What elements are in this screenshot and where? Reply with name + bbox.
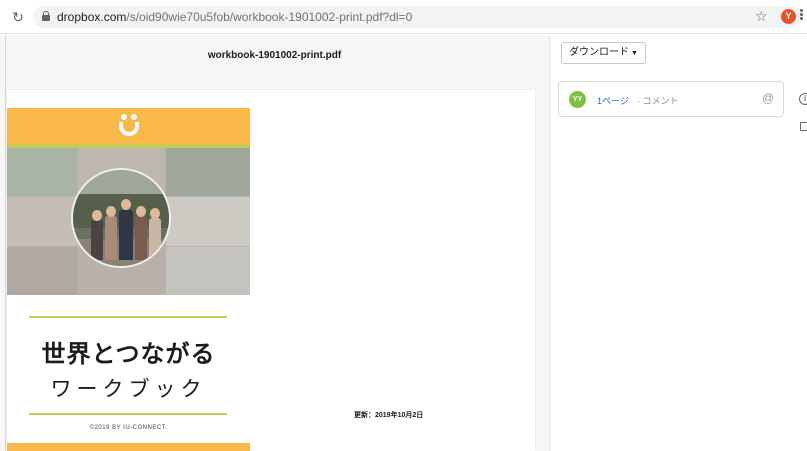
comment-input[interactable]: YY 1ページ · コメント @ bbox=[558, 81, 784, 117]
reload-icon[interactable]: ↻ bbox=[10, 9, 26, 25]
copyright-text: ©2019 BY IU-CONNECT. bbox=[89, 425, 168, 431]
cover-bottom-band bbox=[7, 443, 250, 451]
download-label: ダウンロード bbox=[569, 47, 630, 58]
user-avatar: YY bbox=[569, 91, 586, 108]
address-bar[interactable]: dropbox.com/s/oid90wie70u5fob/workbook-1… bbox=[33, 6, 803, 28]
browser-toolbar: ↻ dropbox.com/s/oid90wie70u5fob/workbook… bbox=[0, 0, 807, 34]
comment-icon[interactable] bbox=[800, 122, 807, 131]
page-reference-link[interactable]: 1ページ bbox=[597, 94, 629, 107]
mention-icon[interactable]: @ bbox=[762, 91, 774, 105]
download-button[interactable]: ダウンロード ▼ bbox=[561, 42, 646, 64]
iu-connect-logo-icon bbox=[114, 114, 144, 140]
url-host: dropbox.com bbox=[57, 10, 127, 24]
updated-date: 更新：2019年10月2日 bbox=[354, 412, 424, 419]
pdf-page: 世界とつながる ワークブック ©2019 BY IU-CONNECT. 更新：2… bbox=[7, 90, 535, 451]
group-photo bbox=[71, 168, 171, 268]
cover-top-band bbox=[7, 108, 250, 145]
pdf-preview-pane: workbook-1901002-print.pdf 世界とつながる ワークブッ… bbox=[0, 35, 549, 451]
pane-edge bbox=[5, 35, 6, 451]
profile-avatar[interactable]: Y bbox=[781, 9, 796, 24]
cover-subtitle: ワークブック bbox=[50, 378, 207, 401]
cover-title: 世界とつながる bbox=[41, 341, 216, 368]
comments-sidebar: ダウンロード ▼ YY 1ページ · コメント @ i bbox=[549, 35, 807, 451]
bookmark-star-icon[interactable]: ☆ bbox=[755, 8, 768, 25]
comment-placeholder: · コメント bbox=[637, 96, 679, 106]
title-rule-bottom bbox=[29, 413, 227, 415]
more-menu-icon[interactable] bbox=[800, 8, 804, 24]
url-text[interactable]: dropbox.com/s/oid90wie70u5fob/workbook-1… bbox=[57, 10, 412, 24]
title-rule-top bbox=[29, 316, 227, 318]
chevron-down-icon: ▼ bbox=[631, 50, 638, 57]
info-icon[interactable]: i bbox=[799, 93, 807, 105]
url-path: /s/oid90wie70u5fob/workbook-1901002-prin… bbox=[126, 10, 413, 24]
lock-icon bbox=[42, 11, 50, 21]
file-name: workbook-1901002-print.pdf bbox=[207, 50, 342, 61]
